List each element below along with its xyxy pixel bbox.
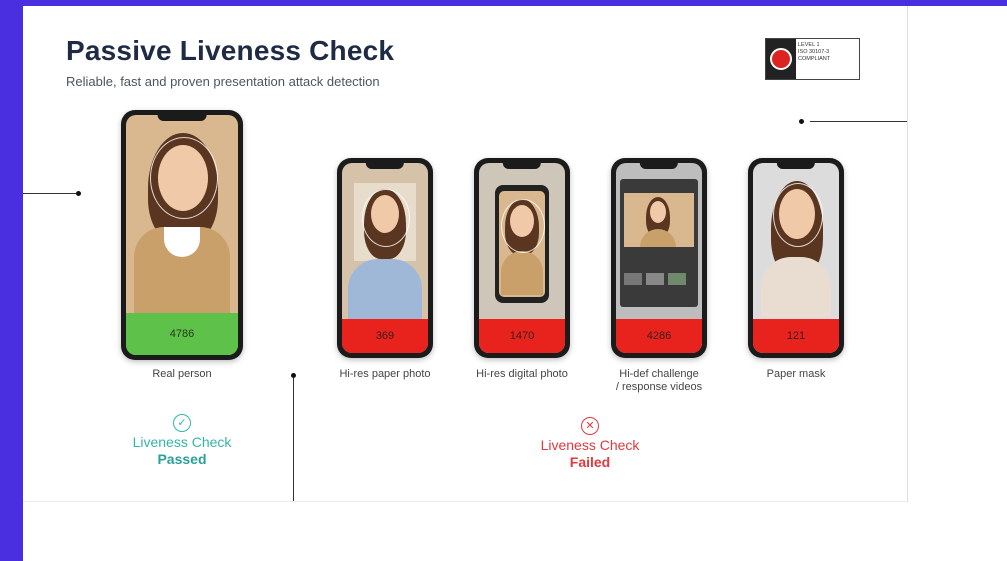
badge-standard: ISO 30107-3 <box>798 49 830 55</box>
badge-level: LEVEL 1 <box>798 42 820 48</box>
divider-line-vertical <box>293 378 294 501</box>
result-failed: ✕ Liveness Check Failed <box>514 417 666 471</box>
caption-digital-photo: Hi-res digital photo <box>476 368 568 380</box>
phone-screen: 369 <box>342 163 428 353</box>
frame-left-border <box>0 0 23 561</box>
result-passed: ✓ Liveness Check Passed <box>106 414 258 468</box>
connector-dot-right <box>799 119 804 124</box>
caption-video-replay: Hi-def challenge / response videos <box>615 368 703 393</box>
liveness-score: 121 <box>753 319 839 353</box>
slide-title: Passive Liveness Check <box>66 35 395 66</box>
result-passed-label: Liveness Check <box>132 434 232 450</box>
x-icon: ✕ <box>581 417 599 435</box>
caption-paper-mask: Paper mask <box>766 368 826 380</box>
caption-paper-photo: Hi-res paper photo <box>339 368 431 380</box>
liveness-score: 4786 <box>126 313 238 355</box>
badge-compliant: COMPLIANT <box>798 56 831 62</box>
connector-line-right <box>810 121 907 122</box>
result-passed-status: Passed <box>157 451 207 467</box>
liveness-score: 1470 <box>479 319 565 353</box>
liveness-score: 369 <box>342 319 428 353</box>
phone-paper-photo: 369 <box>337 158 433 358</box>
phone-video-replay: 4286 <box>611 158 707 358</box>
phone-paper-mask: 121 <box>748 158 844 358</box>
phone-real-person: 4786 <box>121 110 243 360</box>
result-failed-status: Failed <box>569 454 611 470</box>
connector-dot-left <box>76 191 81 196</box>
slide-subtitle: Reliable, fast and proven presentation a… <box>66 74 380 89</box>
phone-screen: 4786 <box>126 115 238 355</box>
result-failed-label: Liveness Check <box>540 437 640 453</box>
iso-compliance-badge: LEVEL 1 ISO 30107-3 COMPLIANT <box>765 38 860 80</box>
check-icon: ✓ <box>173 414 191 432</box>
phone-screen: 1470 <box>479 163 565 353</box>
phone-screen: 4286 <box>616 163 702 353</box>
phone-digital-photo: 1470 <box>474 158 570 358</box>
liveness-score: 4286 <box>616 319 702 353</box>
caption-real-person: Real person <box>152 368 212 380</box>
phone-screen: 121 <box>753 163 839 353</box>
divider-dot <box>291 373 296 378</box>
seal-icon <box>766 39 796 79</box>
connector-line-left <box>23 193 78 194</box>
